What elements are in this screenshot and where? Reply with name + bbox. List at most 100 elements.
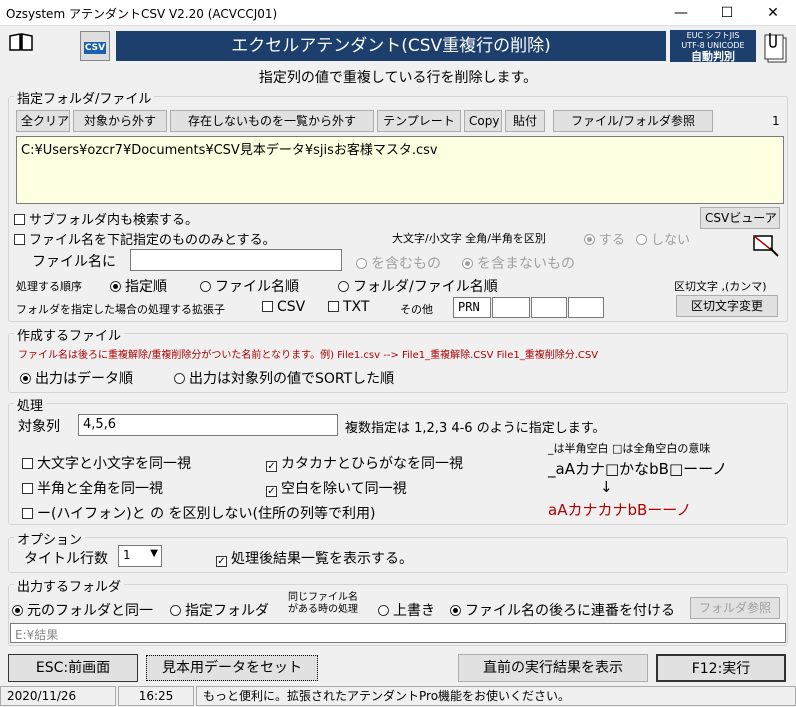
ext-txt-checkbox[interactable]: TXT	[328, 299, 369, 315]
ext-other-label: その他	[400, 303, 433, 316]
order-specified-label: 指定順	[125, 279, 167, 295]
paste-button[interactable]: 貼付	[505, 110, 545, 132]
show-last-result-button[interactable]: 直前の実行結果を表示	[458, 654, 648, 682]
order-folder-filename-label: フォルダ/ファイル名順	[353, 279, 498, 295]
not-contains-radio[interactable]: を含まないもの	[462, 253, 575, 273]
ext-other-input-2[interactable]	[492, 297, 530, 318]
specified-folder-radio[interactable]: 指定フォルダ	[170, 600, 269, 620]
specified-folder-label: 指定フォルダ	[185, 603, 269, 619]
filename-filter-checkbox[interactable]: ファイル名を下記指定のもののみとする。	[14, 229, 276, 248]
target-column-label: 対象列	[18, 419, 60, 435]
book-icon[interactable]	[8, 32, 34, 52]
same-folder-radio[interactable]: 元のフォルダと同一	[12, 600, 153, 620]
order-folder-filename-radio[interactable]: フォルダ/ファイル名順	[338, 276, 498, 296]
extension-label: フォルダを指定した場合の処理する拡張子	[16, 303, 225, 316]
clear-eraser-icon[interactable]	[748, 232, 780, 258]
case-same-checkbox[interactable]: 大文字と小文字を同一視	[22, 453, 191, 473]
delimiter-change-button[interactable]: 区切文字変更	[676, 295, 778, 317]
ext-txt-label: TXT	[343, 299, 370, 315]
example-before: _aAカナ□かなbB□ーーノ	[548, 460, 728, 478]
ext-other-input-3[interactable]	[531, 297, 567, 318]
esc-back-button[interactable]: ESC:前画面	[8, 654, 138, 682]
file-list[interactable]: C:¥Users¥ozcr7¥Documents¥CSV見本データ¥sjisお客…	[16, 136, 784, 204]
overwrite-label: 上書き	[393, 603, 435, 619]
order-specified-radio[interactable]: 指定順	[110, 276, 167, 296]
file-list-item[interactable]: C:¥Users¥ozcr7¥Documents¥CSV見本データ¥sjisお客…	[21, 139, 779, 158]
output-data-order-radio[interactable]: 出力はデータ順	[20, 368, 133, 388]
case-no-label: しない	[651, 233, 691, 248]
width-same-checkbox[interactable]: 半角と全角を同一視	[22, 478, 163, 498]
case-same-label: 大文字と小文字を同一視	[37, 456, 191, 472]
contains-radio[interactable]: を含むもの	[356, 253, 441, 273]
window-title: Ozsystem アテンダントCSV V2.20 (ACVCCJ01)	[6, 7, 278, 21]
case-yes-label: する	[599, 233, 626, 248]
kana-same-label: カタカナとひらがなを同一視	[281, 456, 463, 472]
output-sorted-radio[interactable]: 出力は対象列の値でSORTした順	[174, 368, 394, 388]
title-rows-value: 1	[123, 548, 131, 562]
space-same-checkbox[interactable]: ✓ 空白を除いて同一視	[266, 478, 407, 498]
subfolder-search-checkbox[interactable]: サブフォルダ内も検索する。	[14, 209, 198, 228]
order-filename-radio[interactable]: ファイル名順	[200, 276, 299, 296]
add-sequence-radio[interactable]: ファイル名の後ろに連番を付ける	[450, 600, 675, 620]
show-result-checkbox[interactable]: ✓ 処理後結果一覧を表示する。	[216, 548, 413, 568]
options-group-label: オプション	[14, 529, 86, 548]
csv-viewer-button[interactable]: CSVビューア	[700, 207, 780, 229]
example-after: aAカナカナbBーーノ	[548, 501, 692, 519]
hyphen-label: ー(ハイフォン)と の を区別しない(住所の列等で利用)	[37, 506, 376, 522]
maximize-button[interactable]: ☐	[704, 0, 750, 26]
target-column-hint: 複数指定は 1,2,3 4-6 のように指定します。	[345, 421, 606, 436]
order-label: 処理する順序	[16, 280, 82, 293]
ext-other-input-4[interactable]	[568, 297, 604, 318]
title-rows-select[interactable]: 1 ▼	[118, 545, 162, 567]
csv-file-icon: CSV	[80, 31, 110, 61]
document-clip-icon	[762, 30, 790, 64]
ext-csv-label: CSV	[277, 299, 306, 315]
case-sensitivity-label: 大文字/小文字 全角/半角を区別	[392, 232, 546, 245]
csv-logo-label: CSV	[84, 42, 106, 54]
close-button[interactable]: ✕	[750, 0, 796, 26]
same-name-label-line1: 同じファイル名	[288, 592, 358, 603]
file-folder-browse-button[interactable]: ファイル/フォルダ参照	[553, 110, 713, 132]
show-result-label: 処理後結果一覧を表示する。	[231, 551, 413, 567]
file-count: 1	[772, 114, 780, 128]
minimize-button[interactable]: —	[658, 0, 704, 26]
encoding-line3: 自動判別	[691, 50, 735, 63]
output-data-order-label: 出力はデータ順	[35, 371, 133, 387]
output-folder-group-label: 出力するフォルダ	[14, 576, 125, 595]
status-date: 2020/11/26	[0, 686, 116, 706]
remove-from-target-button[interactable]: 対象から外す	[73, 110, 167, 132]
output-sorted-label: 出力は対象列の値でSORTした順	[189, 371, 395, 387]
set-sample-data-button[interactable]: 見本用データをセット	[146, 655, 318, 681]
folder-browse-button[interactable]: フォルダ参照	[690, 597, 780, 619]
ext-csv-checkbox[interactable]: CSV	[262, 299, 305, 315]
title-rows-label: タイトル行数	[24, 551, 108, 567]
subfolder-search-label: サブフォルダ内も検索する。	[29, 213, 199, 228]
overwrite-radio[interactable]: 上書き	[378, 600, 435, 620]
order-filename-label: ファイル名順	[215, 279, 299, 295]
page-subtitle: 指定列の値で重複している行を削除します。	[258, 70, 538, 86]
clear-all-button[interactable]: 全クリア	[16, 110, 70, 132]
output-folder-path[interactable]: E:¥結果	[10, 623, 786, 643]
remove-missing-button[interactable]: 存在しないものを一覧から外す	[170, 110, 374, 132]
banner-title: エクセルアテンダント(CSV重複行の削除)	[116, 31, 666, 61]
filename-label: ファイル名に	[32, 254, 116, 270]
delimiter-label: 区切文字 ,(カンマ)	[674, 280, 767, 293]
case-sensitive-no-radio[interactable]: しない	[636, 229, 690, 248]
encoding-line1: EUC シフトJIS	[686, 31, 740, 40]
output-file-group-label: 作成するファイル	[14, 325, 125, 344]
title-bar: Ozsystem アテンダントCSV V2.20 (ACVCCJ01) — ☐ …	[0, 0, 796, 26]
copy-button[interactable]: Copy	[464, 110, 502, 132]
status-time: 16:25	[118, 686, 194, 706]
template-button[interactable]: テンプレート	[377, 110, 461, 132]
add-sequence-label: ファイル名の後ろに連番を付ける	[465, 603, 675, 619]
case-sensitive-yes-radio[interactable]: する	[584, 229, 625, 248]
kana-same-checkbox[interactable]: ✓ カタカナとひらがなを同一視	[266, 453, 463, 473]
target-column-input[interactable]: 4,5,6	[78, 414, 338, 436]
width-same-label: 半角と全角を同一視	[37, 481, 163, 497]
filename-input[interactable]	[130, 249, 342, 271]
run-button[interactable]: F12:実行	[656, 654, 786, 682]
output-file-note: ファイル名は後ろに重複解除/重複削除分がついた名前となります。例) File1.…	[18, 350, 599, 361]
folder-file-group-label: 指定フォルダ/ファイル	[14, 88, 155, 107]
ext-other-input-1[interactable]: PRN	[453, 297, 491, 318]
hyphen-checkbox[interactable]: ー(ハイフォン)と の を区別しない(住所の列等で利用)	[22, 503, 375, 523]
